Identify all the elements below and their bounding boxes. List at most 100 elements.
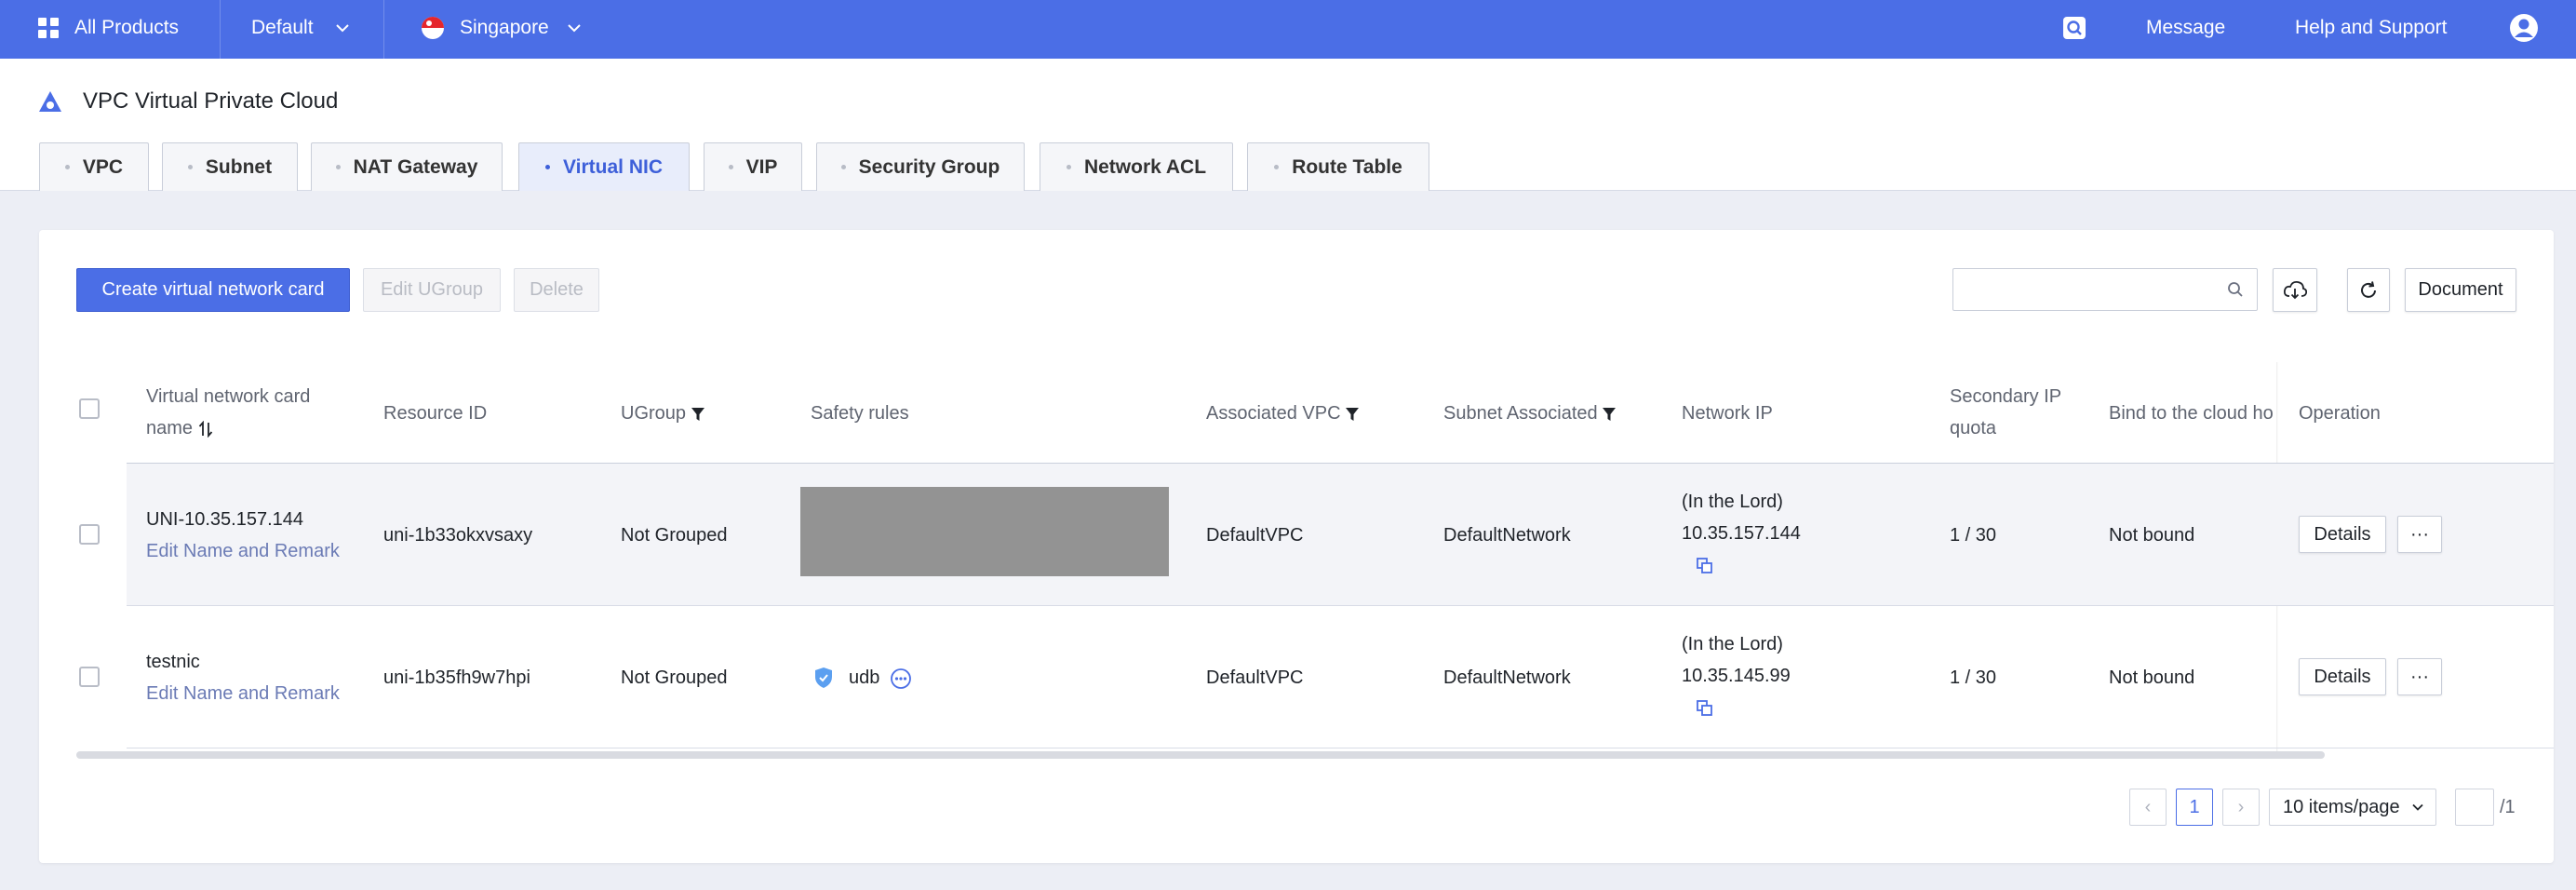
column-header-vpc[interactable]: Associated VPC bbox=[1206, 398, 1360, 429]
user-icon bbox=[2510, 14, 2538, 42]
header-text: name bbox=[146, 418, 194, 438]
column-header-network-ip: Network IP bbox=[1682, 403, 1773, 424]
tab-subnet[interactable]: Subnet bbox=[162, 142, 298, 191]
column-header-subnet[interactable]: Subnet Associated bbox=[1443, 398, 1617, 429]
filter-icon[interactable] bbox=[1346, 407, 1360, 422]
edit-ugroup-button[interactable]: Edit UGroup bbox=[363, 268, 501, 312]
column-header-secondary-ip: Secondary IP quota bbox=[1950, 381, 2061, 444]
topbar-divider bbox=[383, 0, 384, 59]
tab-route-table[interactable]: Route Table bbox=[1247, 142, 1429, 191]
select-all-checkbox[interactable] bbox=[79, 398, 100, 419]
column-header-name[interactable]: Virtual network card name bbox=[146, 381, 310, 444]
project-selector[interactable]: Default bbox=[251, 0, 351, 56]
tab-dot bbox=[64, 165, 70, 169]
all-products-label: All Products bbox=[74, 17, 180, 38]
bind-status: Not bound bbox=[2109, 525, 2195, 546]
tab-label: NAT Gateway bbox=[353, 155, 478, 178]
prev-page-button[interactable]: ‹ bbox=[2129, 789, 2167, 826]
ugroup-value: Not Grouped bbox=[621, 668, 728, 688]
details-button[interactable]: Details bbox=[2299, 658, 2386, 695]
global-search-button[interactable] bbox=[2062, 0, 2086, 56]
search-icon bbox=[2228, 282, 2243, 297]
next-page-button[interactable]: › bbox=[2222, 789, 2260, 826]
tab-label: Virtual NIC bbox=[563, 155, 663, 178]
security-group-link[interactable]: udb bbox=[849, 662, 879, 694]
header-text: Subnet Associated bbox=[1443, 403, 1598, 424]
page-size-label: 10 items/page bbox=[2283, 796, 2400, 817]
vpc-value[interactable]: DefaultVPC bbox=[1206, 662, 1304, 694]
tab-security-group[interactable]: Security Group bbox=[816, 142, 1025, 191]
row-checkbox[interactable] bbox=[79, 667, 100, 687]
chevron-down-icon bbox=[568, 24, 581, 33]
column-header-bind: Bind to the cloud ho bbox=[2109, 403, 2274, 424]
tab-label: Subnet bbox=[205, 155, 273, 178]
topbar-divider bbox=[220, 0, 221, 59]
vpc-value[interactable]: DefaultVPC bbox=[1206, 519, 1304, 551]
jump-page-input[interactable] bbox=[2455, 789, 2494, 826]
column-header-safety-rules: Safety rules bbox=[811, 403, 909, 424]
filter-icon[interactable] bbox=[691, 407, 704, 422]
edit-name-remark-link[interactable]: Edit Name and Remark bbox=[146, 678, 340, 709]
tab-nat-gateway[interactable]: NAT Gateway bbox=[311, 142, 503, 191]
secondary-ip-quota: 1 / 30 bbox=[1950, 525, 1997, 546]
column-header-ugroup[interactable]: UGroup bbox=[621, 398, 704, 429]
subnet-value[interactable]: DefaultNetwork bbox=[1443, 519, 1571, 551]
refresh-button[interactable] bbox=[2347, 268, 2390, 312]
copy-icon[interactable] bbox=[1696, 557, 1714, 575]
region-selector[interactable]: Singapore bbox=[421, 0, 583, 56]
all-products-menu[interactable]: All Products bbox=[37, 0, 179, 56]
tab-vpc[interactable]: VPC bbox=[39, 142, 149, 191]
secondary-ip-quota: 1 / 30 bbox=[1950, 668, 1997, 688]
download-button[interactable] bbox=[2273, 268, 2317, 312]
column-header-resource-id: Resource ID bbox=[383, 403, 488, 424]
tab-dot bbox=[728, 165, 733, 169]
document-button[interactable]: Document bbox=[2405, 268, 2516, 312]
bind-status: Not bound bbox=[2109, 668, 2195, 688]
create-virtual-network-card-button[interactable]: Create virtual network card bbox=[76, 268, 350, 312]
sort-icon[interactable] bbox=[198, 420, 213, 438]
project-label: Default bbox=[251, 17, 314, 38]
tab-label: VIP bbox=[745, 155, 778, 178]
page-1-button[interactable]: 1 bbox=[2176, 789, 2213, 826]
edit-name-remark-link[interactable]: Edit Name and Remark bbox=[146, 535, 340, 567]
header-text: Virtual network card bbox=[146, 386, 311, 407]
more-circle-icon[interactable] bbox=[890, 668, 912, 690]
search-icon bbox=[2063, 17, 2086, 39]
tab-label: Route Table bbox=[1292, 155, 1402, 178]
nic-name[interactable]: UNI-10.35.157.144 bbox=[146, 504, 303, 535]
ip-label: (In the Lord) bbox=[1682, 634, 1783, 654]
help-support-link[interactable]: Help and Support bbox=[2295, 0, 2447, 56]
more-actions-button[interactable]: ··· bbox=[2397, 658, 2442, 695]
ip-label: (In the Lord) bbox=[1682, 492, 1783, 512]
tab-dot bbox=[840, 165, 846, 169]
resource-id: uni-1b33okxvsaxy bbox=[383, 525, 533, 546]
subnet-value[interactable]: DefaultNetwork bbox=[1443, 662, 1571, 694]
search-field[interactable] bbox=[1952, 268, 2258, 311]
tab-network-acl[interactable]: Network ACL bbox=[1040, 142, 1233, 191]
tab-virtual-nic[interactable]: Virtual NIC bbox=[518, 142, 690, 191]
more-actions-button[interactable]: ··· bbox=[2397, 516, 2442, 553]
horizontal-scrollbar[interactable] bbox=[76, 751, 2325, 759]
filter-icon[interactable] bbox=[1603, 407, 1617, 422]
nic-name[interactable]: testnic bbox=[146, 646, 200, 678]
row-checkbox[interactable] bbox=[79, 524, 100, 545]
ugroup-value: Not Grouped bbox=[621, 525, 728, 546]
tab-dot bbox=[187, 165, 193, 169]
page-size-select[interactable]: 10 items/page bbox=[2269, 789, 2436, 826]
resource-id: uni-1b35fh9w7hpi bbox=[383, 668, 530, 688]
copy-icon[interactable] bbox=[1696, 699, 1714, 718]
content-card: Create virtual network card Edit UGroup … bbox=[39, 230, 2554, 863]
message-link[interactable]: Message bbox=[2146, 0, 2225, 56]
region-label: Singapore bbox=[460, 17, 549, 38]
cloud-download-icon bbox=[2283, 280, 2307, 299]
tab-vip[interactable]: VIP bbox=[704, 142, 802, 191]
search-input[interactable] bbox=[1963, 269, 2223, 308]
tab-label: VPC bbox=[82, 155, 124, 178]
details-button[interactable]: Details bbox=[2299, 516, 2386, 553]
ip-value: 10.35.157.144 bbox=[1682, 523, 1801, 544]
row-divider bbox=[127, 605, 2554, 606]
tab-dot bbox=[335, 165, 341, 169]
delete-button[interactable]: Delete bbox=[514, 268, 599, 312]
shield-icon bbox=[815, 668, 832, 688]
user-avatar-button[interactable] bbox=[2509, 0, 2539, 56]
